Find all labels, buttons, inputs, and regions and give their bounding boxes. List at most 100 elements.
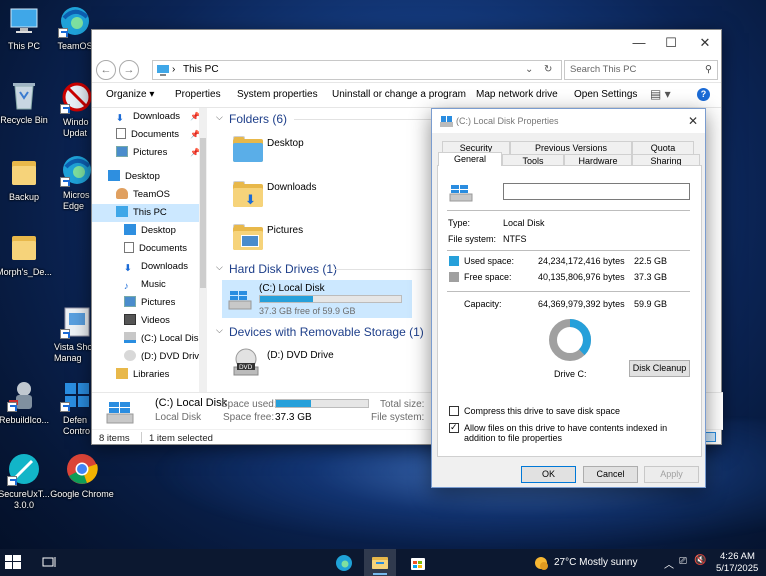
nav-pc-documents[interactable]: Documents [124, 240, 187, 258]
nav-label: Desktop [141, 225, 176, 236]
open-settings-button[interactable]: Open Settings [574, 89, 637, 100]
free-space-gb: 37.3 GB [634, 272, 668, 282]
libraries-icon [116, 368, 128, 379]
edge-taskbar-icon[interactable] [334, 553, 354, 573]
drive-c-usage-bar [259, 295, 402, 303]
drive-icon [228, 289, 252, 314]
nav-pc-pictures[interactable]: Pictures [124, 294, 175, 312]
nav-label: (D:) DVD Drive [141, 351, 205, 362]
nav-pc-music[interactable]: ♪ Music [124, 276, 166, 294]
capacity-label: Capacity: [464, 299, 502, 309]
drive-c-tile[interactable]: (C:) Local Disk 37.3 GB free of 59.9 GB [222, 280, 412, 318]
volume-muted-icon[interactable]: 🔇 [694, 555, 706, 566]
refresh-icon[interactable]: ↻ [544, 61, 552, 79]
disk-cleanup-button[interactable]: Disk Cleanup [629, 360, 690, 377]
desktop-icon-backup[interactable]: Backup [0, 155, 57, 203]
download-arrow-icon: ⬇ [124, 263, 132, 274]
minimize-button[interactable]: — [630, 35, 648, 51]
nav-quick-downloads[interactable]: ⬇ Downloads [116, 108, 180, 126]
view-options-icon[interactable]: ▤ ▾ [650, 87, 671, 101]
nav-quick-documents[interactable]: Documents [116, 126, 179, 144]
windows-start-icon[interactable] [4, 553, 24, 573]
collapse-chevron-icon[interactable]: ⌵ [216, 262, 223, 273]
organize-button[interactable]: Organize ▾ [106, 89, 154, 100]
uninstall-program-button[interactable]: Uninstall or change a program [332, 89, 466, 100]
forward-button[interactable]: → [119, 60, 139, 80]
details-type: Local Disk [155, 412, 202, 423]
scrollbar-thumb[interactable] [200, 138, 206, 288]
disk-properties-dialog: (C:) Local Disk Properties ✕ Security Pr… [431, 108, 706, 488]
desktop-icon-rebuild-icons[interactable]: RebuildIco... [0, 378, 57, 426]
desktop-icon-label: RebuildIco... [0, 415, 50, 425]
cancel-button[interactable]: Cancel [583, 466, 638, 483]
details-usage-bar [275, 399, 369, 408]
desktop-icon-morphs[interactable]: Morph's_De... [0, 230, 57, 278]
properties-button[interactable]: Properties [175, 89, 221, 100]
nav-pc-videos[interactable]: Videos [124, 312, 170, 330]
nav-label: Downloads [141, 261, 188, 272]
folder-downloads-label[interactable]: Downloads [267, 182, 316, 193]
network-icon[interactable]: ⎚ [679, 556, 687, 567]
back-button[interactable]: ← [96, 60, 116, 80]
weather-sun-icon[interactable] [531, 553, 551, 573]
group-header-folders[interactable]: Folders (6) [229, 112, 287, 126]
drive-d-label[interactable]: (D:) DVD Drive [267, 350, 334, 361]
tab-quota[interactable]: Quota [632, 141, 694, 155]
clock-date[interactable]: 5/17/2025 [716, 563, 758, 574]
compress-drive-checkbox[interactable] [449, 406, 459, 416]
checkmark-icon: ✓ [450, 422, 458, 432]
nav-this-pc[interactable]: This PC [92, 204, 200, 222]
apply-button[interactable]: Apply [644, 466, 699, 483]
task-view-icon[interactable] [40, 553, 60, 573]
nav-pc-local-disk[interactable]: (C:) Local Disk [124, 330, 203, 348]
search-input[interactable]: Search This PC ⚲ [564, 60, 718, 80]
download-arrow-icon: ⬇ [116, 113, 124, 124]
map-network-drive-button[interactable]: Map network drive [476, 89, 558, 100]
status-item-count: 8 items [99, 433, 130, 444]
help-icon[interactable]: ? [697, 88, 710, 101]
desktop-icon-label: Google Chrome [50, 489, 114, 499]
nav-pc-desktop[interactable]: Desktop [124, 222, 176, 240]
tray-overflow-chevron-icon[interactable]: ︿ [664, 556, 674, 571]
desktop-icon-google-chrome[interactable]: Google Chrome [49, 452, 115, 500]
nav-label: Desktop [125, 171, 160, 182]
drive-icon [440, 115, 453, 129]
command-bar: Organize ▾ Properties System properties … [92, 82, 721, 108]
group-header-removable-storage[interactable]: Devices with Removable Storage (1) [229, 325, 424, 339]
group-header-hard-disk-drives[interactable]: Hard Disk Drives (1) [229, 262, 337, 276]
nav-libraries[interactable]: Libraries [116, 366, 169, 384]
weather-text[interactable]: 27°C Mostly sunny [554, 557, 637, 568]
nav-desktop[interactable]: Desktop [108, 168, 160, 186]
nav-teamos[interactable]: TeamOS [116, 186, 170, 204]
rebuild-icon [7, 378, 41, 412]
pictures-icon [241, 235, 259, 247]
store-taskbar-icon[interactable] [408, 553, 428, 573]
desktop-icon-label: Backup [8, 192, 40, 202]
desktop-icon-recycle-bin[interactable]: Recycle Bin [0, 78, 57, 126]
system-properties-button[interactable]: System properties [237, 89, 318, 100]
folder-pictures-label[interactable]: Pictures [267, 225, 303, 236]
folder-desktop-label[interactable]: Desktop [267, 138, 304, 149]
dialog-close-button[interactable]: ✕ [688, 114, 698, 128]
ok-button[interactable]: OK [521, 466, 576, 483]
folder-icon [233, 224, 263, 250]
nav-pc-dvd-drive[interactable]: (D:) DVD Drive [124, 348, 204, 366]
file-explorer-taskbar-icon[interactable] [370, 553, 390, 573]
maximize-button[interactable]: ☐ [662, 35, 680, 51]
nav-pc-downloads[interactable]: ⬇ Downloads [124, 258, 188, 276]
nav-quick-pictures[interactable]: Pictures [116, 144, 167, 162]
tab-general[interactable]: General [438, 152, 502, 166]
document-icon [124, 242, 134, 253]
index-contents-checkbox[interactable]: ✓ [449, 422, 459, 433]
chrome-icon [65, 452, 99, 486]
collapse-chevron-icon[interactable]: ⌵ [216, 112, 223, 123]
close-button[interactable]: ✕ [696, 35, 714, 51]
address-bar[interactable]: › This PC ⌄ ↻ [152, 60, 562, 80]
drive-name-input[interactable] [503, 183, 690, 200]
dropdown-icon[interactable]: ⌄ [525, 61, 533, 79]
navigation-scrollbar[interactable] [199, 108, 207, 408]
general-tab-panel: Type: Local Disk File system: NTFS Used … [437, 165, 702, 457]
tab-previous-versions[interactable]: Previous Versions [510, 141, 632, 155]
clock-time[interactable]: 4:26 AM [720, 551, 755, 562]
collapse-chevron-icon[interactable]: ⌵ [216, 325, 223, 336]
